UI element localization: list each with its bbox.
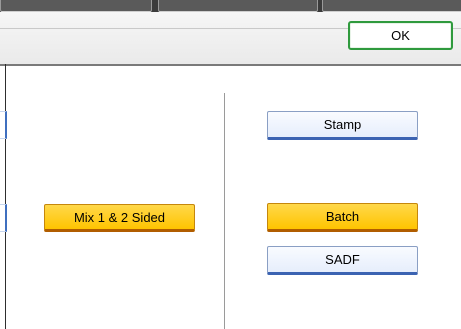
left-cut-button-2[interactable]: [0, 204, 7, 232]
ok-button[interactable]: OK: [348, 21, 453, 50]
left-cut-button-1[interactable]: [0, 111, 7, 139]
panel-separator: [224, 93, 225, 329]
sadf-button[interactable]: SADF: [267, 246, 418, 275]
mix-1-2-sided-button[interactable]: Mix 1 & 2 Sided: [44, 204, 195, 232]
top-tab-strip: [0, 0, 461, 12]
tab-edge-3: [322, 0, 461, 12]
left-panel-border: [0, 64, 6, 329]
stamp-button[interactable]: Stamp: [267, 111, 418, 140]
copy-settings-screen: OK Mix 1 & 2 Sided Stamp Batch SADF: [0, 0, 461, 329]
batch-button[interactable]: Batch: [267, 203, 418, 232]
tab-edge-1: [0, 0, 152, 12]
header-bar: OK: [0, 12, 461, 66]
tab-edge-2: [158, 0, 318, 12]
